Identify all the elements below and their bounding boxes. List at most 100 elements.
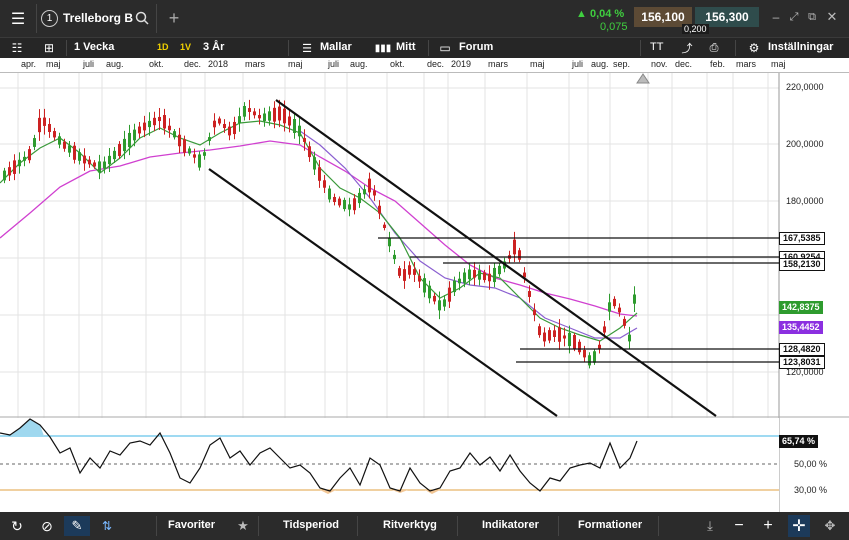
fit-icon[interactable]: ⤓ [700,516,720,536]
candle-body [208,137,211,141]
export-icon[interactable]: ⤴ [677,40,697,56]
candle-body [328,188,331,200]
my-charts-icon[interactable]: ▮▮▮ [374,40,392,56]
candle-body [578,341,581,353]
candle-body [513,239,516,255]
date-label: dec. [184,59,202,69]
candle-body [263,113,266,122]
candle-body [68,145,71,153]
pan-icon[interactable]: ✥ [820,516,840,536]
candle-body [473,269,476,278]
crosshair-icon[interactable]: ✛ [788,515,810,537]
clear-icon[interactable]: ⊘ [36,516,58,536]
candle-body [628,334,631,342]
close-icon[interactable]: ✕ [824,9,840,25]
detach-icon[interactable]: ⧉ [804,9,820,25]
candle-body [188,148,191,154]
spread-label: 0,200 [682,24,709,34]
candle-body [183,139,186,153]
minimize-icon[interactable]: – [768,9,784,25]
candle-body [433,295,436,302]
range-1y[interactable]: 1V [180,42,191,52]
candle-body [338,198,341,206]
candle-body [248,108,251,112]
candle-body [218,118,221,124]
level-tag-5: 123,8031 [779,356,825,369]
candle-body [543,332,546,342]
candle-body [233,121,236,135]
candle-body [148,120,151,128]
text-size-button[interactable]: TT [650,41,663,53]
top-bar: ☰ 1 Trelleborg B + ▲ 0,04 % 0,075 156,10… [0,0,849,37]
date-label: aug. [350,59,368,69]
candle-body [333,196,336,203]
candle-body [498,265,501,275]
zoom-out-icon[interactable]: − [729,516,749,536]
date-label: aug. [591,59,609,69]
candle-body [568,332,571,347]
date-label: apr. [21,59,37,69]
candle-body [488,273,491,282]
interval-selector[interactable]: 1 Vecka [74,41,114,53]
draw-pencil-icon[interactable]: ✎ [64,516,90,536]
candle-body [558,327,561,342]
instrument-name[interactable]: Trelleborg B [63,11,133,25]
search-icon[interactable] [135,11,149,25]
candle-body [378,205,381,214]
candle-body [618,307,621,313]
candle-body [253,111,256,116]
forum-button[interactable]: Forum [459,41,493,53]
instrument-number-badge[interactable]: 1 [41,10,58,27]
formations-button[interactable]: Formationer [578,519,642,531]
candle-body [48,123,51,133]
price-axis-label: 200,0000 [786,139,824,149]
templates-button[interactable]: Mallar [320,41,352,53]
expand-icon[interactable]: ⤢ [786,9,802,25]
candle-body [153,117,156,126]
candle-body [93,162,96,167]
print-icon[interactable]: ⎙ [704,40,724,56]
date-axis: apr. maj juli aug. okt. dec. 2018 mars m… [0,58,849,73]
zoom-in-icon[interactable]: + [758,516,778,536]
candle-body [123,138,126,152]
candle-body [173,131,176,138]
oscillator-value-tag: 65,74 % [779,435,819,448]
date-label: maj [288,59,303,69]
candle-body [533,309,536,316]
forum-icon[interactable]: ▭ [437,40,453,56]
menu-icon[interactable]: ☰ [0,0,36,37]
range-3y[interactable]: 3 År [203,41,224,53]
candle-body [198,154,201,168]
time-marker-icon[interactable] [636,72,650,84]
candlestick-series [3,99,636,369]
period-button[interactable]: Tidsperiod [283,519,339,531]
candle-body [453,280,456,293]
candle-body [158,116,161,122]
candle-body [573,335,576,349]
candle-body [133,129,136,141]
chart-toolbar: ☷ ⊞ 1 Vecka 1D 1V 3 År ☰ Mallar ▮▮▮ Mitt… [0,37,849,58]
level-tag-1: 167,5385 [779,232,825,245]
favorites-button[interactable]: Favoriter [168,519,215,531]
layout-grid-icon[interactable]: ⊞ [40,40,58,56]
candle-body [103,161,106,169]
star-icon[interactable]: ★ [234,516,252,536]
my-charts-button[interactable]: Mitt [396,41,416,53]
templates-icon[interactable]: ☰ [299,40,315,56]
candle-body [43,117,46,126]
candle-body [423,278,426,293]
add-tab-icon[interactable]: + [162,6,186,30]
refresh-icon[interactable]: ↻ [6,516,28,536]
candle-body [213,120,216,128]
swap-icon[interactable]: ⇅ [96,516,118,536]
list-icon[interactable]: ☷ [8,40,26,56]
date-label: dec. [427,59,445,69]
drawing-tools-button[interactable]: Ritverktyg [383,519,437,531]
date-label: maj [46,59,61,69]
settings-button[interactable]: Inställningar [768,41,833,53]
candle-body [538,326,541,336]
price-chart[interactable] [0,73,849,512]
settings-icon[interactable]: ⚙ [746,40,762,56]
indicators-button[interactable]: Indikatorer [482,519,539,531]
range-1d[interactable]: 1D [157,42,169,52]
